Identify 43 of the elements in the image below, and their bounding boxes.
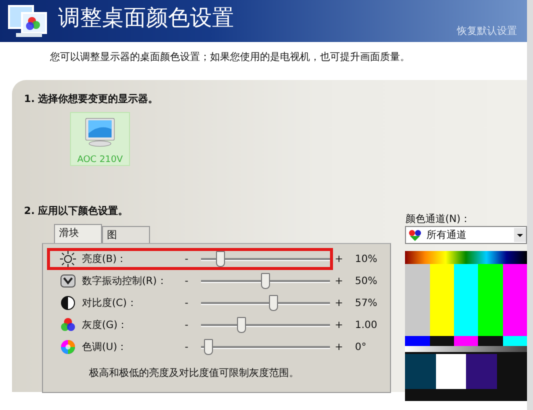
sun-icon bbox=[60, 251, 76, 267]
slider-thumb[interactable] bbox=[260, 273, 270, 289]
slider-track[interactable] bbox=[200, 251, 330, 267]
slider-thumb[interactable] bbox=[204, 339, 214, 355]
plus-sign: + bbox=[334, 298, 344, 308]
plus-sign: + bbox=[334, 254, 344, 264]
slider-value: 50% bbox=[355, 276, 378, 286]
minus-sign: - bbox=[184, 298, 190, 308]
slider-thumb[interactable] bbox=[236, 317, 246, 333]
contrast-icon bbox=[60, 295, 76, 311]
minus-sign: - bbox=[184, 342, 190, 352]
slider-label: 数字振动控制(R)： bbox=[82, 274, 168, 288]
slider-thumb[interactable] bbox=[216, 251, 226, 267]
color-hearts-icon bbox=[408, 229, 422, 241]
slider-thumb[interactable] bbox=[269, 295, 278, 311]
slider-value: 57% bbox=[355, 298, 378, 308]
slider-label: 对比度(C)： bbox=[82, 296, 138, 310]
minus-sign: - bbox=[184, 254, 190, 264]
plus-sign: + bbox=[334, 276, 344, 286]
tab[interactable]: 滑块 bbox=[54, 224, 102, 243]
minus-sign: - bbox=[184, 320, 190, 330]
color-circles-icon bbox=[60, 317, 76, 333]
minus-sign: - bbox=[184, 276, 190, 286]
step-heading: 1. 选择你想要变更的显示器。 bbox=[24, 92, 160, 106]
color-wheel-icon bbox=[60, 339, 76, 355]
slider-value: 10% bbox=[355, 254, 378, 264]
slider-label: 亮度(B)： bbox=[82, 252, 128, 266]
channel-label: 颜色通道(N)： bbox=[405, 212, 472, 226]
slider-label: 色调(U)： bbox=[82, 341, 128, 354]
description-text: 您可以调整显示器的桌面颜色设置；如果您使用的是电视机，也可提升画面质量。 bbox=[49, 50, 411, 65]
slider-value: 1.00 bbox=[355, 320, 378, 330]
window-title: 调整桌面颜色设置 bbox=[58, 5, 234, 33]
note-text: 极高和极低的亮度及对比度值可限制灰度范围。 bbox=[88, 366, 300, 380]
channel-dropdown[interactable]: 所有通道 bbox=[405, 226, 527, 244]
monitor-name: AOC 210V bbox=[77, 155, 123, 165]
slider-label: 灰度(G)： bbox=[82, 318, 129, 332]
slider-value: 0° bbox=[355, 342, 366, 352]
tab[interactable]: 图 bbox=[102, 226, 150, 243]
step-heading: 2. 应用以下颜色设置。 bbox=[24, 204, 130, 218]
monitor-color-icon bbox=[8, 3, 48, 39]
plus-sign: + bbox=[334, 320, 344, 330]
vibrance-icon bbox=[60, 273, 76, 289]
plus-sign: + bbox=[334, 342, 344, 352]
